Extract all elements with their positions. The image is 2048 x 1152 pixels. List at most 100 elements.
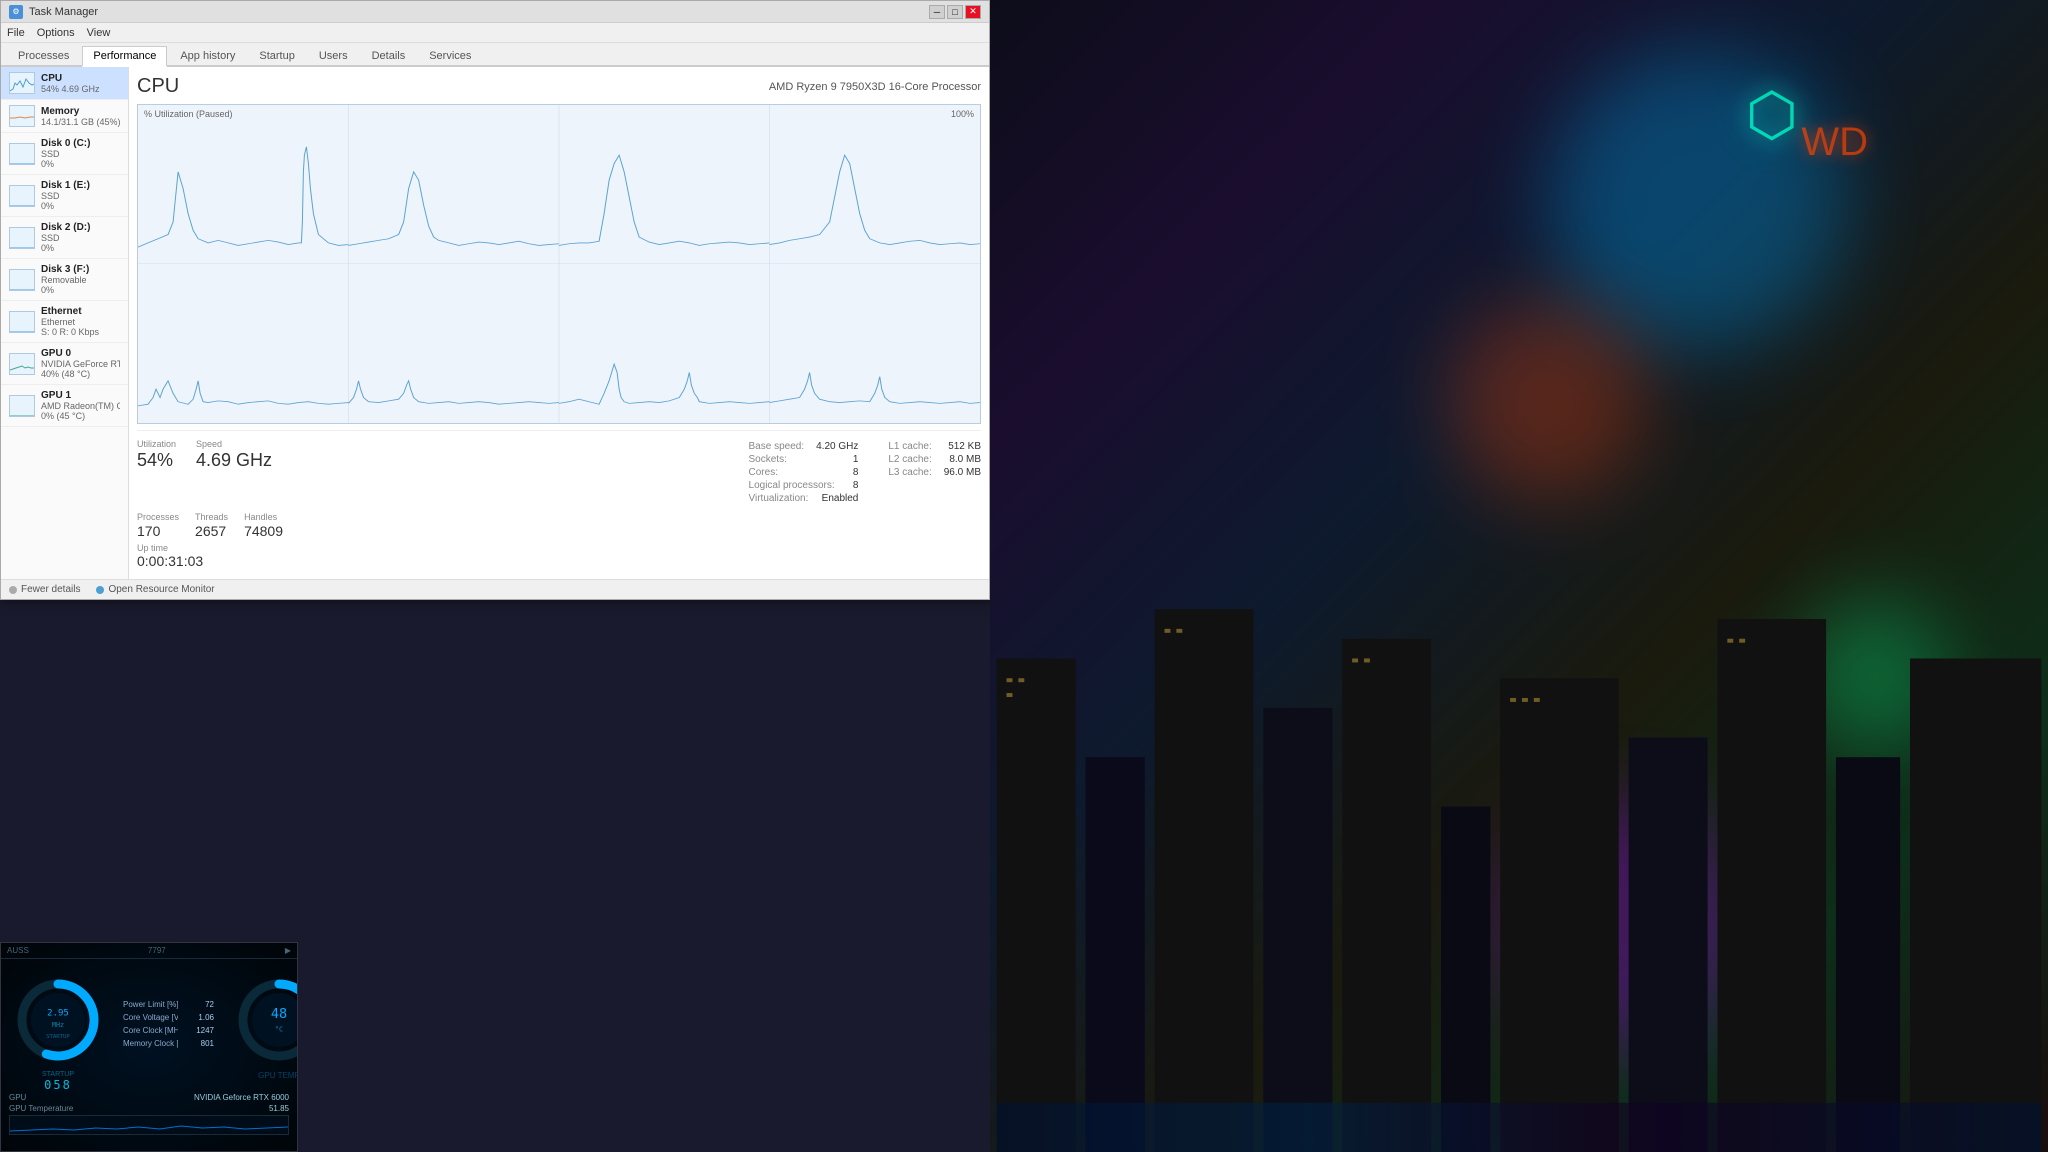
- tab-details[interactable]: Details: [361, 46, 417, 65]
- sidebar-item-disk0[interactable]: Disk 0 (C:) SSD0%: [1, 133, 128, 175]
- voltage-val: 1.06: [186, 1013, 214, 1022]
- disk3-sparkline: [9, 269, 35, 291]
- threads-group: Threads 2657: [195, 512, 228, 539]
- close-button[interactable]: ✕: [965, 5, 981, 19]
- footer: Fewer details Open Resource Monitor: [1, 579, 989, 599]
- core-clock-val: 1247: [186, 1026, 214, 1035]
- hw-mini-graph: [9, 1115, 289, 1135]
- minimize-button[interactable]: ─: [929, 5, 945, 19]
- disk2-label: Disk 2 (D:): [41, 222, 120, 233]
- logical-proc-row: Logical processors: 8: [749, 480, 859, 491]
- gpu1-label: GPU 1: [41, 390, 120, 401]
- tab-app-history[interactable]: App history: [169, 46, 246, 65]
- base-speed-row: Base speed: 4.20 GHz: [749, 441, 859, 452]
- graph-label: % Utilization (Paused): [144, 109, 233, 119]
- logical-proc-value: 8: [853, 480, 859, 491]
- cpu-dial-section: 2.95 MHz STARTUP STARTUP 058: [1, 959, 115, 1089]
- detail-col-2: L1 cache: 512 KB L2 cache: 8.0 MB L3 cac…: [888, 441, 981, 504]
- ethernet-label: Ethernet: [41, 306, 120, 317]
- sidebar-item-disk3[interactable]: Disk 3 (F:) Removable0%: [1, 259, 128, 301]
- menu-bar: File Options View: [1, 23, 989, 43]
- cpu-sparkline: [9, 72, 35, 94]
- hw-monitor-header: AUSS 7797 ▶: [1, 943, 297, 959]
- menu-options[interactable]: Options: [37, 27, 75, 39]
- ethernet-info: Ethernet EthernetS: 0 R: 0 Kbps: [41, 306, 120, 337]
- sidebar-item-ethernet[interactable]: Ethernet EthernetS: 0 R: 0 Kbps: [1, 301, 128, 343]
- speed-group: Speed 4.69 GHz: [196, 439, 272, 506]
- hw-gauges: Power Limit [%] 72 Core Voltage [V] 1.06…: [115, 959, 222, 1089]
- disk3-usage: Removable0%: [41, 275, 120, 295]
- core-clock-label: Core Clock [MHz]: [123, 1026, 178, 1035]
- window-controls: ─ □ ✕: [929, 5, 981, 19]
- sidebar-item-memory[interactable]: Memory 14.1/31.1 GB (45%): [1, 100, 128, 133]
- process-stats-row: Processes 170 Threads 2657 Handles 74809: [137, 510, 981, 541]
- l3-label: L3 cache:: [888, 467, 931, 478]
- sidebar-item-cpu[interactable]: CPU 54% 4.69 GHz: [1, 67, 128, 100]
- memory-label: Memory: [41, 106, 120, 117]
- hw-gpu-temp-name: GPU Temperature: [9, 1104, 73, 1113]
- l2-value: 8.0 MB: [949, 454, 981, 465]
- svg-text:48: 48: [271, 1006, 287, 1022]
- tab-services[interactable]: Services: [418, 46, 482, 65]
- handles-value: 74809: [244, 524, 283, 539]
- disk2-usage: SSD0%: [41, 233, 120, 253]
- ethernet-usage: EthernetS: 0 R: 0 Kbps: [41, 317, 120, 337]
- l2-cache-row: L2 cache: 8.0 MB: [888, 454, 981, 465]
- sidebar-item-disk2[interactable]: Disk 2 (D:) SSD0%: [1, 217, 128, 259]
- title-bar-left: ⚙ Task Manager: [9, 5, 98, 19]
- task-manager-window: ⚙ Task Manager ─ □ ✕ File Options View P…: [0, 0, 990, 600]
- gpu0-info: GPU 0 NVIDIA GeForce RTX ...40% (48 °C): [41, 348, 120, 379]
- tab-startup[interactable]: Startup: [248, 46, 305, 65]
- virtualization-value: Enabled: [822, 493, 859, 504]
- neon-text: WD: [1801, 120, 1868, 165]
- gpu0-label: GPU 0: [41, 348, 120, 359]
- stats-details: Base speed: 4.20 GHz Sockets: 1 Cores: 8: [749, 439, 981, 506]
- utilization-value: 54%: [137, 451, 176, 471]
- window-title: Task Manager: [29, 6, 98, 18]
- hw-gpu-temp-display: 51.85: [269, 1104, 289, 1113]
- sidebar-item-gpu0[interactable]: GPU 0 NVIDIA GeForce RTX ...40% (48 °C): [1, 343, 128, 385]
- sockets-row: Sockets: 1: [749, 454, 859, 465]
- stats-row: Utilization 54% Speed 4.69 GHz Base spee…: [137, 430, 981, 510]
- processes-value: 170: [137, 524, 179, 539]
- menu-view[interactable]: View: [87, 27, 111, 39]
- power-val: 72: [186, 1000, 214, 1009]
- cores-row: Cores: 8: [749, 467, 859, 478]
- sidebar-item-disk1[interactable]: Disk 1 (E:) SSD0%: [1, 175, 128, 217]
- sockets-label: Sockets:: [749, 454, 787, 465]
- tab-users[interactable]: Users: [308, 46, 359, 65]
- tab-processes[interactable]: Processes: [7, 46, 80, 65]
- tab-performance[interactable]: Performance: [82, 46, 167, 67]
- maximize-button[interactable]: □: [947, 5, 963, 19]
- sidebar-item-gpu1[interactable]: GPU 1 AMD Radeon(TM) Gra...0% (45 °C): [1, 385, 128, 427]
- utilization-group: Utilization 54%: [137, 439, 176, 506]
- uptime-group: Up time 0:00:31:03: [137, 543, 203, 569]
- title-bar: ⚙ Task Manager ─ □ ✕: [1, 1, 989, 23]
- memory-info: Memory 14.1/31.1 GB (45%): [41, 106, 120, 127]
- menu-file[interactable]: File: [7, 27, 25, 39]
- power-bar: Power Limit [%] 72: [123, 1000, 214, 1009]
- resource-monitor-icon: [96, 586, 104, 594]
- open-resource-monitor-link[interactable]: Open Resource Monitor: [96, 584, 214, 595]
- perf-subtitle: AMD Ryzen 9 7950X3D 16-Core Processor: [769, 81, 981, 93]
- hw-model: 7797: [148, 946, 166, 955]
- hw-gpu-temp-row: GPU Temperature 51.85: [9, 1104, 289, 1113]
- disk2-sparkline: [9, 227, 35, 249]
- open-resource-monitor-label: Open Resource Monitor: [108, 584, 214, 595]
- processes-label: Processes: [137, 512, 179, 522]
- neon-sign: ⬡: [1746, 80, 1798, 150]
- hw-monitor-inner: AUSS 7797 ▶ 2.95 MHz STARTUP STARTUP: [1, 943, 297, 1151]
- hw-bottom-section: GPU NVIDIA Geforce RTX 6000 GPU Temperat…: [1, 1089, 297, 1139]
- hw-gpu-name-value: NVIDIA Geforce RTX 6000: [194, 1093, 289, 1102]
- mem-clock-bar: Memory Clock [MHz] 801: [123, 1039, 214, 1048]
- disk3-info: Disk 3 (F:) Removable0%: [41, 264, 120, 295]
- power-label: Power Limit [%]: [123, 1000, 178, 1009]
- processes-group: Processes 170: [137, 512, 179, 539]
- hw-top-section: 2.95 MHz STARTUP STARTUP 058 Power Limit…: [1, 959, 297, 1089]
- gpu0-sparkline: [9, 353, 35, 375]
- disk1-sparkline: [9, 185, 35, 207]
- uptime-value: 0:00:31:03: [137, 553, 203, 569]
- fewer-details-link[interactable]: Fewer details: [9, 584, 80, 595]
- gpu-dial-section: 48 °C GPU TEMP: [222, 959, 298, 1089]
- hw-gpu-name-row: GPU NVIDIA Geforce RTX 6000: [9, 1093, 289, 1102]
